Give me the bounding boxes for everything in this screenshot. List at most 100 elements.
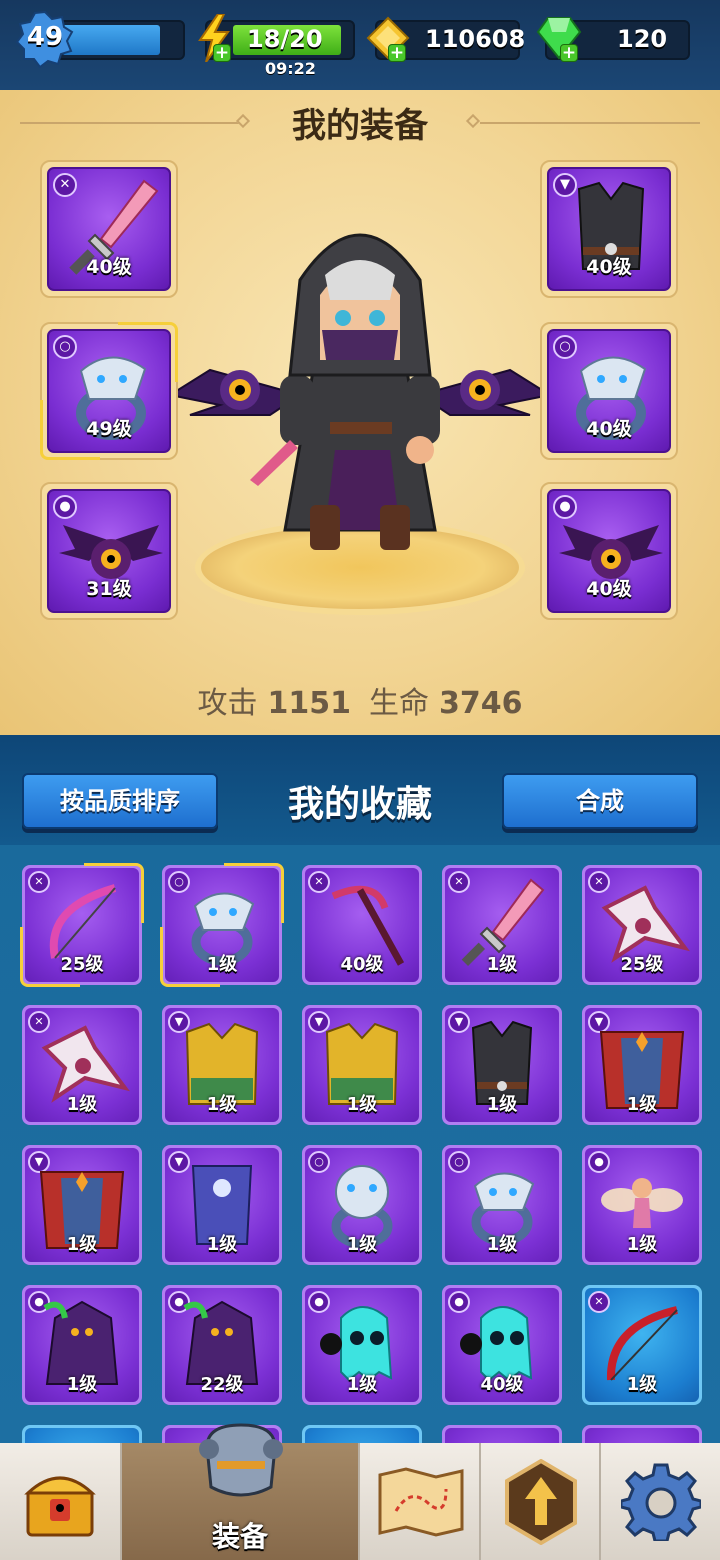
equip-slot-inner: ● 31级 [47,489,171,613]
collection-item-inner: ● 1级 [585,1148,699,1262]
item-level: 1级 [206,1094,238,1115]
item-level: 1级 [626,1234,658,1255]
equip-slot-inner: ● 40级 [547,489,671,613]
add-gem-button[interactable]: + [560,44,578,62]
equip-level: 40级 [586,256,632,278]
gem-value: 120 [617,25,668,53]
collection-item[interactable]: ▼ 1级 [302,1005,422,1125]
hero-character[interactable] [150,200,570,570]
treasure-chest-icon [24,1476,96,1537]
collection-item-partial[interactable] [582,1425,702,1445]
item-level: 1级 [486,1234,518,1255]
equip-level: 31级 [86,578,132,600]
item-level: 1级 [206,1234,238,1255]
equip-slot-pet-2[interactable]: ● 40级 [540,482,678,620]
collection-item-partial[interactable] [442,1425,562,1445]
equip-slot-pet-1[interactable]: ● 31级 [40,482,178,620]
attack-label: 攻击 [197,686,258,721]
hero-stats: 攻击 1151 生命 3746 [0,678,720,722]
equip-level: 40级 [86,256,132,278]
equipment-tab-label: 装备 [211,1520,268,1553]
energy-value: 18/20 [247,25,323,53]
collection-item-inner: ○ 1级 [305,1148,419,1262]
collection-item[interactable]: ✕ 1级 [582,1285,702,1405]
collection-item[interactable]: ● 1级 [582,1145,702,1265]
item-level: 1级 [66,1094,98,1115]
rarity-corner [84,863,144,923]
equipment-title: 我的装备 [292,106,428,146]
collection-item-inner: ▼ 1级 [445,1008,559,1122]
rarity-corner [20,927,80,987]
bottom-navigation: 装备 [0,1423,720,1560]
collection-item[interactable]: ▼ 1级 [22,1145,142,1265]
equip-slot-inner: ○ 40级 [547,329,671,453]
item-level: 1级 [346,1094,378,1115]
collection-item[interactable]: ▼ 1级 [162,1005,282,1125]
collection-item[interactable]: ✕ 25级 [582,865,702,985]
rarity-corner [160,927,220,987]
nav-upgrade-button[interactable] [479,1443,599,1560]
nav-settings-button[interactable] [599,1443,720,1560]
hp-label: 生命 [369,686,429,721]
collection-item-inner: ▼ 1级 [165,1148,279,1262]
upgrade-arrow-icon [505,1459,577,1545]
map-icon [378,1467,464,1537]
gold-value: 110608 [425,25,526,53]
collection-item[interactable]: ✕ 25级 [20,863,144,987]
collection-item[interactable]: ✕ 1级 [22,1005,142,1125]
collection-item[interactable]: ● 1级 [22,1285,142,1405]
rarity-corner [118,322,178,382]
player-level-badge[interactable]: 49 [15,10,74,69]
item-level: 1级 [626,1374,658,1395]
collection-item-inner: ✕ 25级 [585,868,699,982]
collection-panel[interactable]: 按品质排序 我的收藏 合成 ✕ 25级 ○ 1级 ✕ 40级 ✕ 1级 ✕ 25级 ✕ 1级 ▼ 1级 ▼ 1… [0,735,720,1445]
collection-item[interactable]: ● 40级 [442,1285,562,1405]
item-level: 40级 [480,1374,524,1395]
collection-item[interactable]: ○ 1级 [160,863,284,987]
item-level: 1级 [346,1234,378,1255]
collection-item[interactable]: ▼ 1级 [582,1005,702,1125]
collection-item-inner: ● 1级 [305,1288,419,1402]
equip-slot-weapon[interactable]: ✕ 40级 [40,160,178,298]
collection-item[interactable]: ○ 1级 [302,1145,422,1265]
item-level: 1级 [486,954,518,975]
collection-item-inner: ✕ 40级 [305,868,419,982]
xp-bar-fill [62,25,160,55]
equip-level: 40级 [586,418,632,440]
nav-equipment-tab[interactable]: 装备 [120,1423,358,1560]
collection-item-inner: ● 22级 [165,1288,279,1402]
equip-slot-inner: ▼ 40级 [547,167,671,291]
add-energy-button[interactable]: + [213,44,231,62]
collection-item[interactable]: ● 22级 [162,1285,282,1405]
collection-item-inner: ▼ 1级 [585,1008,699,1122]
equip-slot-armor[interactable]: ▼ 40级 [540,160,678,298]
gear-icon [621,1463,701,1541]
collection-item-inner: ✕ 1级 [25,1008,139,1122]
merge-button[interactable]: 合成 [502,773,698,829]
collection-item-partial[interactable] [302,1425,422,1445]
item-level: 1级 [486,1094,518,1115]
collection-item-inner: ● 1级 [25,1288,139,1402]
collection-item[interactable]: ○ 1级 [442,1145,562,1265]
collection-item-partial[interactable] [22,1425,142,1445]
equip-slot-ring-1[interactable]: ○ 49级 [40,322,178,460]
equip-level: 40级 [586,578,632,600]
equip-slot-ring-2[interactable]: ○ 40级 [540,322,678,460]
player-level: 49 [26,22,64,52]
rarity-corner [40,400,100,460]
collection-item[interactable]: ▼ 1级 [442,1005,562,1125]
collection-item[interactable]: ● 1级 [302,1285,422,1405]
collection-grid: ✕ 25级 ○ 1级 ✕ 40级 ✕ 1级 ✕ 25级 ✕ 1级 ▼ 1级 ▼ 1级 ▼ 1级 ▼ 1级 ▼ 1级 ▼ 1级 ○… [0,845,720,1445]
collection-item-inner: ○ 1级 [445,1148,559,1262]
item-level: 1级 [626,1094,658,1115]
item-level: 22级 [200,1374,244,1395]
collection-item[interactable]: ✕ 1级 [442,865,562,985]
collection-item[interactable]: ✕ 40级 [302,865,422,985]
add-gold-button[interactable]: + [388,44,406,62]
collection-item[interactable]: ▼ 1级 [162,1145,282,1265]
energy-timer: 09:22 [265,59,316,78]
nav-map-button[interactable] [358,1443,479,1560]
top-status-bar: 49 18/20 + 09:22 110608 + 120 + [0,0,720,90]
item-level: 40级 [340,954,384,975]
nav-shop-button[interactable] [0,1443,120,1560]
